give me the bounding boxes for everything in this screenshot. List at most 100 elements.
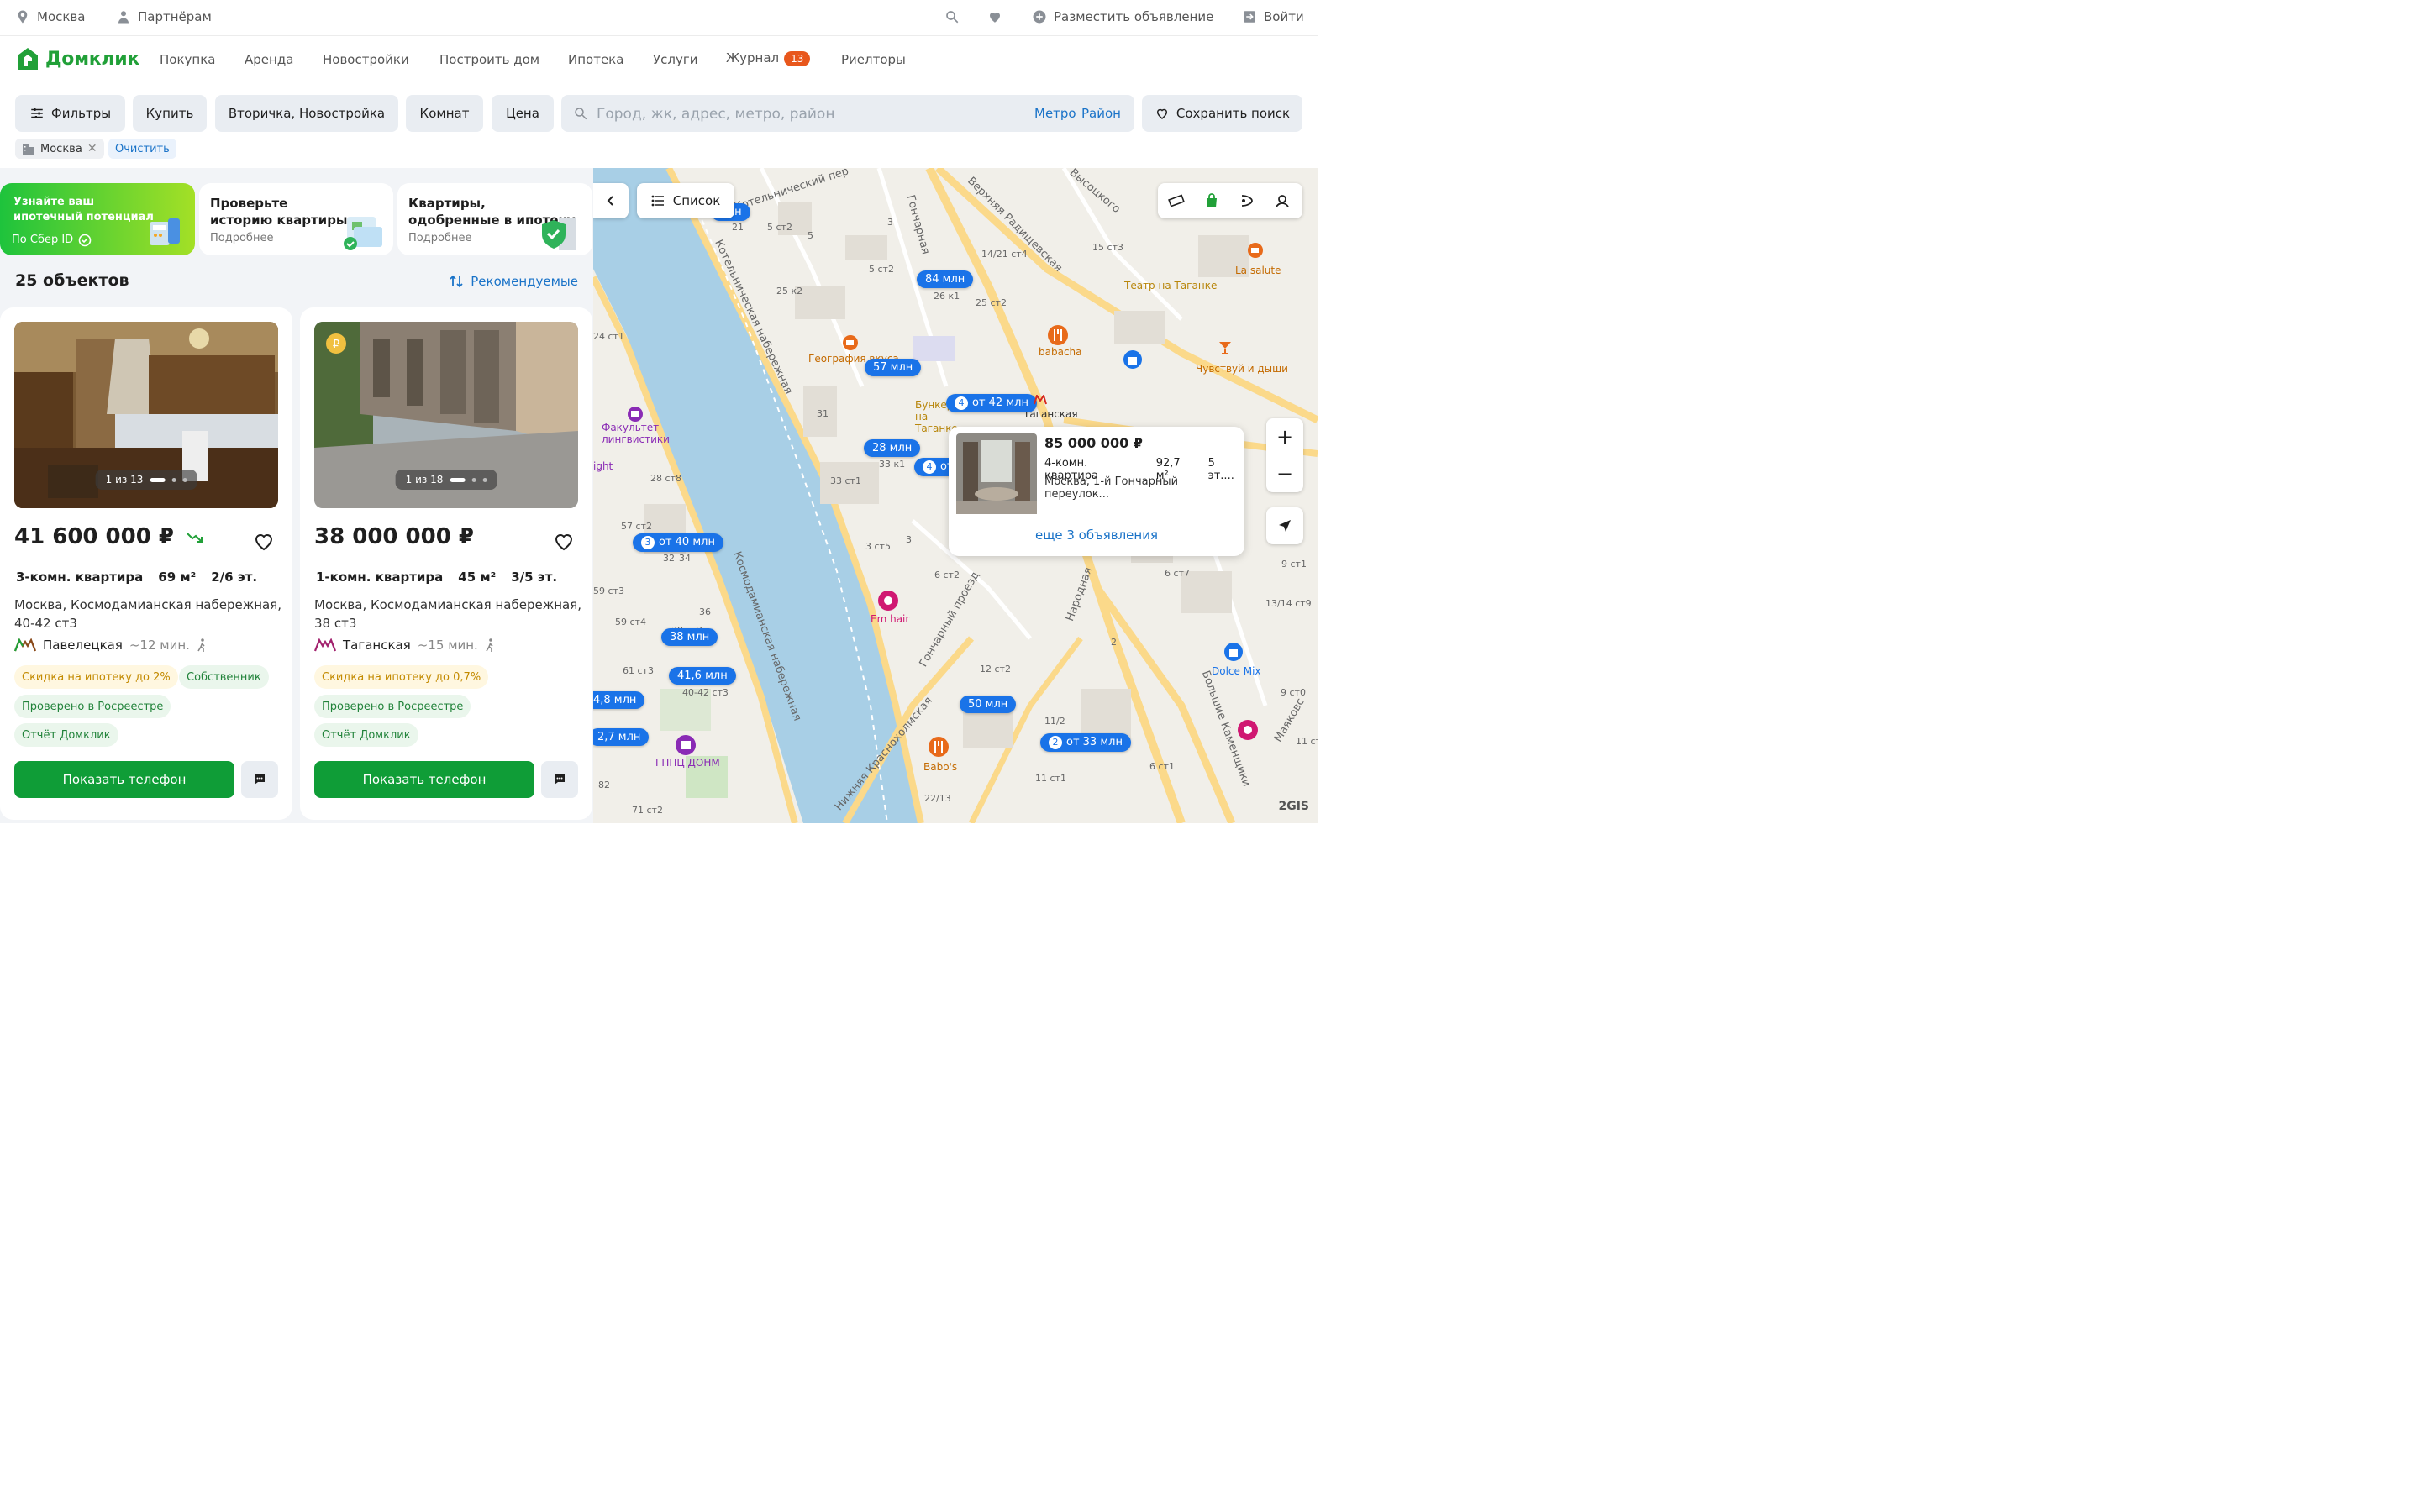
nav-link-mortgage[interactable]: Ипотека [568, 52, 623, 67]
poi-label[interactable]: Факультет лингвистики [602, 422, 677, 445]
metro-link[interactable]: Метро [1034, 106, 1076, 121]
list-view-button[interactable]: Список [637, 183, 734, 218]
poi-label[interactable]: ГППЦ ДОНМ [655, 757, 720, 769]
house-number: 59 ст3 [593, 585, 624, 596]
nav-link-new-buildings[interactable]: Новостройки [323, 52, 409, 67]
close-icon[interactable]: ✕ [87, 142, 97, 155]
popup-more-link[interactable]: еще 3 объявления [949, 528, 1244, 543]
education-icon[interactable] [627, 406, 644, 423]
district-link[interactable]: Район [1081, 106, 1121, 121]
restaurant-icon[interactable] [928, 736, 950, 758]
poi-label[interactable]: Babo's [923, 761, 957, 773]
search-input[interactable] [595, 95, 1035, 134]
deal-type-button[interactable]: Купить [133, 95, 207, 132]
listing-photo[interactable]: 1 из 13 [14, 322, 278, 508]
poi-label[interactable]: Театр на Таганке [1124, 280, 1217, 291]
logo[interactable]: Домклик [15, 46, 139, 71]
nav-link-journal[interactable]: Журнал 13 [726, 50, 811, 66]
nav-link-rent[interactable]: Аренда [245, 52, 293, 67]
metro-logo-icon [314, 638, 336, 652]
metro-info: Павелецкая ~12 мин. [14, 638, 207, 653]
beauty-salon-icon[interactable] [877, 590, 899, 612]
promo-approved-flats[interactable]: Квартиры, одобренные в ипотеку Подробнее [397, 183, 592, 255]
popup-photo[interactable] [956, 433, 1037, 514]
house-number: 3 ст5 [865, 541, 891, 552]
zoom-in-button[interactable]: + [1276, 427, 1293, 447]
city-selector[interactable]: Москва [15, 9, 85, 24]
infrastructure-layer-icon[interactable] [1239, 192, 1255, 209]
listing-card[interactable]: 1 из 13 41 600 000 ₽ 3-комн. квартира 69… [0, 307, 292, 820]
bar-icon[interactable] [1217, 339, 1234, 356]
listing-card[interactable]: ₽ 1 из 18 38 000 000 ₽ 1-комн. квартира … [300, 307, 592, 820]
price-pin[interactable]: 57 млн [865, 359, 922, 376]
cluster-count: 3 [641, 536, 655, 549]
price-pin[interactable]: 84 млн [917, 270, 974, 288]
map-listing-popup[interactable]: 85 000 000 ₽ 4-комн. квартира 92,7 м² 5 … [949, 427, 1244, 556]
zoom-controls: + − [1266, 418, 1303, 492]
house-number: 82 [598, 780, 610, 790]
shopping-bag-icon[interactable] [1223, 642, 1244, 662]
nav-link-services[interactable]: Услуги [653, 52, 697, 67]
poi-label[interactable]: ight [593, 460, 613, 472]
house-number: 25 к2 [776, 286, 803, 297]
map-attribution: 2GIS [1278, 800, 1309, 813]
journal-label: Журнал [726, 50, 780, 66]
price-pin[interactable]: 2,7 млн [593, 728, 650, 746]
search-icon-button[interactable] [944, 9, 960, 24]
poi-label[interactable]: La salute [1235, 265, 1281, 276]
show-phone-button[interactable]: Показать телефон [314, 761, 534, 798]
poi-label[interactable]: Dolce Mix [1212, 665, 1261, 677]
shopping-bag-layer-icon[interactable] [1203, 192, 1220, 209]
collapse-panel-button[interactable] [593, 183, 629, 218]
nav-link-realtors[interactable]: Риелторы [841, 52, 906, 67]
clear-filters-chip[interactable]: Очистить [108, 139, 176, 159]
price-pin[interactable]: 38 млн [661, 628, 718, 646]
login-link[interactable]: Войти [1242, 9, 1304, 24]
map[interactable]: Котельнический пер Гончарная Верхняя Рад… [593, 168, 1318, 823]
cafe-icon[interactable] [1247, 242, 1264, 259]
zoom-out-button[interactable]: − [1276, 464, 1293, 484]
poi-label[interactable]: Em hair [871, 613, 909, 625]
poi-label[interactable]: Чувствуй и дыши [1196, 363, 1288, 375]
favorites-button[interactable] [987, 9, 1002, 24]
rooms-button[interactable]: Комнат [406, 95, 483, 132]
price-pin[interactable]: 50 млн [960, 696, 1017, 713]
shopping-bag-icon[interactable] [1123, 349, 1143, 370]
show-phone-button[interactable]: Показать телефон [14, 761, 234, 798]
post-ad-link[interactable]: Разместить объявление [1032, 9, 1213, 24]
restaurant-icon[interactable] [1047, 324, 1069, 346]
save-search-button[interactable]: Сохранить поиск [1142, 95, 1302, 132]
market-type-button[interactable]: Вторичка, Новостройка [215, 95, 398, 132]
favorite-heart-icon[interactable] [254, 533, 274, 551]
house-number: 9 ст0 [1281, 687, 1306, 698]
locate-me-button[interactable] [1266, 507, 1303, 544]
sort-button[interactable]: Рекомендуемые [449, 274, 578, 289]
favorite-heart-icon[interactable] [554, 533, 574, 551]
location-layer-icon[interactable] [1274, 192, 1291, 209]
price-pin-cluster[interactable]: 4 от 42 млн [946, 394, 1037, 412]
chat-button[interactable] [541, 761, 578, 798]
promo-mortgage-potential[interactable]: Узнайте ваш ипотечный потенциал По Сбер … [0, 183, 195, 255]
price-pin[interactable]: 28 млн [864, 439, 921, 457]
nav-link-buy[interactable]: Покупка [160, 52, 215, 67]
price-pin[interactable]: 4,8 млн [593, 691, 645, 709]
filters-button[interactable]: Фильтры [15, 95, 125, 132]
poi-label[interactable]: babacha [1039, 346, 1082, 358]
ruler-icon[interactable] [1168, 193, 1185, 208]
partners-link[interactable]: Партнёрам [116, 9, 212, 24]
price-pin-cluster[interactable]: 2 от 33 млн [1040, 733, 1131, 752]
promo-check-history[interactable]: Проверьте историю квартиры Подробнее [199, 183, 393, 255]
tag-domclick-report[interactable]: Отчёт Домклик [14, 723, 118, 747]
education-icon[interactable] [675, 734, 697, 756]
beauty-salon-icon[interactable] [1237, 719, 1259, 741]
listing-photo[interactable]: ₽ 1 из 18 [314, 322, 578, 508]
city-chip[interactable]: Москва ✕ [15, 139, 104, 159]
nav-link-build-house[interactable]: Построить дом [439, 52, 539, 67]
price-button[interactable]: Цена [492, 95, 554, 132]
chat-button[interactable] [241, 761, 278, 798]
price-pin-cluster[interactable]: 3 от 40 млн [633, 533, 723, 552]
cafe-icon[interactable] [842, 334, 859, 351]
tag-domclick-report[interactable]: Отчёт Домклик [314, 723, 418, 747]
price-pin[interactable]: 41,6 млн [669, 667, 736, 685]
pager-dot [171, 477, 176, 482]
